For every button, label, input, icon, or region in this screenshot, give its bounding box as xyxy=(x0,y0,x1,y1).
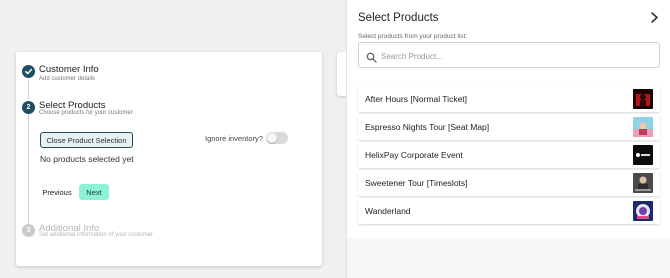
product-name: Sweetener Tour [Timeslots] xyxy=(365,178,468,188)
search-icon xyxy=(366,50,377,63)
product-thumbnail xyxy=(633,89,653,109)
product-item[interactable]: Espresso Nights Tour [Seat Map] xyxy=(358,114,660,140)
close-product-selection-button[interactable]: Close Product Selection xyxy=(40,132,133,148)
product-item[interactable]: HelixPay Corporate Event xyxy=(358,142,660,168)
product-item[interactable]: After Hours [Normal Ticket] xyxy=(358,86,660,112)
ignore-inventory-toggle[interactable] xyxy=(266,132,288,144)
product-list: After Hours [Normal Ticket] Espresso Nig… xyxy=(358,86,660,226)
product-item[interactable]: Wanderland xyxy=(358,198,660,224)
previous-button[interactable]: Previous xyxy=(40,184,74,200)
search-input[interactable] xyxy=(381,47,651,65)
panel-title: Select Products xyxy=(358,12,439,24)
next-button[interactable]: Next xyxy=(79,184,109,200)
product-name: HelixPay Corporate Event xyxy=(365,150,463,160)
product-name: After Hours [Normal Ticket] xyxy=(365,94,468,104)
select-products-panel: Select Products Select products from you… xyxy=(346,0,670,278)
check-icon xyxy=(22,65,35,78)
toggle-knob xyxy=(267,133,277,143)
product-name: Wanderland xyxy=(365,206,411,216)
panel-body: Select Products Select products from you… xyxy=(347,0,670,238)
product-thumbnail xyxy=(633,145,653,165)
empty-state-text: No products selected yet xyxy=(40,154,134,164)
product-thumbnail xyxy=(633,173,653,193)
chevron-right-icon[interactable] xyxy=(647,10,661,24)
step-subtitle: Choose products for your customer xyxy=(39,110,133,116)
step-number: 2 xyxy=(22,101,35,114)
step-number: 3 xyxy=(22,224,35,237)
panel-hint: Select products from your product list: xyxy=(358,33,468,40)
product-item[interactable]: Sweetener Tour [Timeslots] xyxy=(358,170,660,196)
product-thumbnail xyxy=(633,117,653,137)
step-subtitle: Add customer details xyxy=(39,76,96,82)
product-thumbnail xyxy=(633,201,653,221)
search-box xyxy=(358,42,660,68)
step-title: Customer Info xyxy=(39,64,99,75)
stepper-card: Customer Info Add customer details 2 Sel… xyxy=(16,52,322,266)
step-connector xyxy=(28,79,29,99)
ignore-inventory-label: Ignore inventory? xyxy=(205,134,263,143)
product-name: Espresso Nights Tour [Seat Map] xyxy=(365,122,490,132)
step-subtitle: Set additional information of your custo… xyxy=(39,232,154,238)
step-connector xyxy=(28,114,29,224)
